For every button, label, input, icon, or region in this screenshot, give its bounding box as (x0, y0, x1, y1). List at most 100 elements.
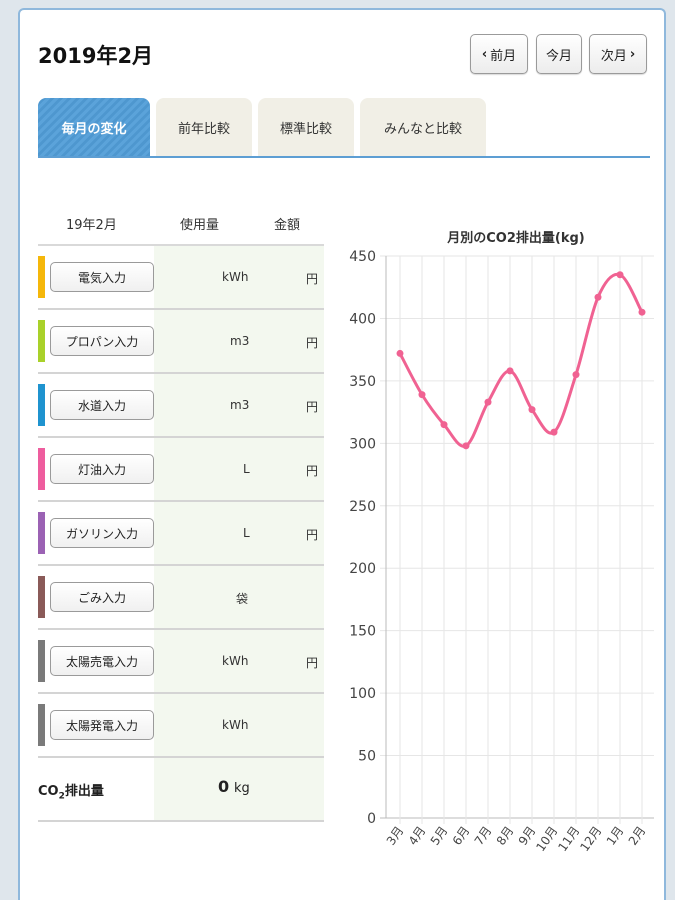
category-color-bar (38, 320, 45, 362)
data-point (572, 371, 580, 379)
table-header: 19年2月 使用量 金額 (38, 200, 324, 246)
y-tick-label: 200 (349, 561, 376, 577)
co2-total-row: CO2排出量 0 kg (38, 758, 324, 822)
x-tick-label: 7月 (472, 824, 495, 848)
data-point (396, 349, 404, 357)
chart-title: 月別のCO2排出量(kg) (446, 230, 584, 246)
y-tick-label: 350 (349, 374, 376, 390)
co2-value: 0 (218, 777, 230, 796)
current-month-label: 今月 (545, 48, 572, 64)
input-button[interactable]: 太陽売電入力 (50, 646, 154, 676)
tab-bar: 毎月の変化 前年比較 標準比較 みんなと比較 (38, 98, 650, 158)
category-color-bar (38, 640, 45, 682)
header-month: 19年2月 (66, 218, 117, 233)
y-tick-label: 400 (349, 311, 376, 327)
data-point (418, 391, 426, 399)
input-button[interactable]: 水道入力 (50, 390, 154, 420)
usage-unit: m3 (230, 334, 250, 348)
data-point (638, 308, 646, 316)
table-row: 太陽売電入力 kWh 円 (38, 630, 324, 694)
row-shade (154, 502, 324, 564)
next-month-label: 次月 (600, 48, 627, 64)
co2-series-line (398, 272, 644, 448)
page-title: 2019年2月 (38, 44, 154, 68)
table-row: 電気入力 kWh 円 (38, 246, 324, 310)
chevron-left-icon: ‹ (481, 46, 488, 62)
x-tick-label: 5月 (428, 824, 451, 848)
cost-unit: 円 (306, 272, 319, 286)
header-cost: 金額 (274, 218, 301, 233)
co2-label: CO2排出量 (38, 784, 104, 802)
usage-unit: kWh (222, 270, 249, 284)
tab-label: 前年比較 (177, 121, 230, 137)
prev-month-button[interactable]: ‹ 前月 (470, 34, 528, 74)
usage-unit: L (243, 526, 250, 540)
y-tick-label: 300 (349, 436, 376, 452)
data-point (462, 442, 470, 450)
tab-label: 標準比較 (279, 121, 332, 137)
prev-month-label: 前月 (490, 48, 517, 64)
header-usage: 使用量 (180, 218, 220, 233)
input-button[interactable]: 太陽発電入力 (50, 710, 154, 740)
table-row: プロパン入力 m3 円 (38, 310, 324, 374)
x-tick-label: 1月 (604, 824, 627, 848)
x-tick-label: 11月 (555, 824, 582, 854)
table-row: 水道入力 m3 円 (38, 374, 324, 438)
y-tick-label: 0 (367, 811, 376, 827)
input-button[interactable]: ごみ入力 (50, 582, 154, 612)
x-tick-label: 3月 (384, 824, 407, 848)
x-tick-label: 12月 (577, 824, 604, 854)
cost-unit: 円 (306, 336, 319, 350)
x-tick-label: 8月 (494, 824, 517, 848)
cost-unit: 円 (306, 464, 319, 478)
cost-unit: 円 (306, 528, 319, 542)
y-tick-label: 50 (358, 749, 376, 765)
table-row: ガソリン入力 L 円 (38, 502, 324, 566)
usage-unit: kWh (222, 718, 249, 732)
next-month-button[interactable]: 次月 › (589, 34, 647, 74)
tab-standard[interactable]: 標準比較 (258, 98, 354, 156)
category-color-bar (38, 384, 45, 426)
input-button[interactable]: ガソリン入力 (50, 518, 154, 548)
x-tick-label: 6月 (450, 824, 473, 848)
current-month-button[interactable]: 今月 (536, 34, 582, 74)
x-tick-label: 10月 (533, 824, 560, 854)
category-color-bar (38, 704, 45, 746)
usage-unit: 袋 (236, 592, 249, 606)
category-color-bar (38, 512, 45, 554)
input-button[interactable]: 電気入力 (50, 262, 154, 292)
row-shade (154, 438, 324, 500)
category-color-bar (38, 448, 45, 490)
tab-previous-year[interactable]: 前年比較 (156, 98, 252, 156)
tab-compare-everyone[interactable]: みんなと比較 (360, 98, 486, 156)
cost-unit: 円 (306, 656, 319, 670)
data-point (616, 271, 624, 279)
main-panel: 2019年2月 ‹ 前月 今月 次月 › 毎月の変化 前年比較 標準比較 みんな… (18, 8, 666, 900)
table-row: 灯油入力 L 円 (38, 438, 324, 502)
y-tick-label: 100 (349, 686, 376, 702)
data-point (550, 428, 558, 436)
x-tick-label: 2月 (626, 824, 649, 848)
y-tick-label: 450 (349, 249, 376, 265)
tab-monthly-change[interactable]: 毎月の変化 (38, 98, 150, 156)
x-tick-label: 4月 (406, 824, 429, 848)
chevron-right-icon: › (629, 46, 636, 62)
usage-unit: L (243, 462, 250, 476)
input-button[interactable]: 灯油入力 (50, 454, 154, 484)
data-point (594, 293, 602, 301)
cost-unit: 円 (306, 400, 319, 414)
data-point (506, 367, 514, 375)
input-button[interactable]: プロパン入力 (50, 326, 154, 356)
data-point (528, 406, 536, 414)
table-row: 太陽発電入力 kWh (38, 694, 324, 758)
data-point (484, 398, 492, 406)
data-point (440, 421, 448, 429)
table-row: ごみ入力 袋 (38, 566, 324, 630)
y-tick-label: 150 (349, 624, 376, 640)
category-color-bar (38, 576, 45, 618)
usage-unit: kWh (222, 654, 249, 668)
usage-unit: m3 (230, 398, 250, 412)
y-tick-label: 250 (349, 499, 376, 515)
co2-unit: kg (234, 781, 250, 796)
category-color-bar (38, 256, 45, 298)
